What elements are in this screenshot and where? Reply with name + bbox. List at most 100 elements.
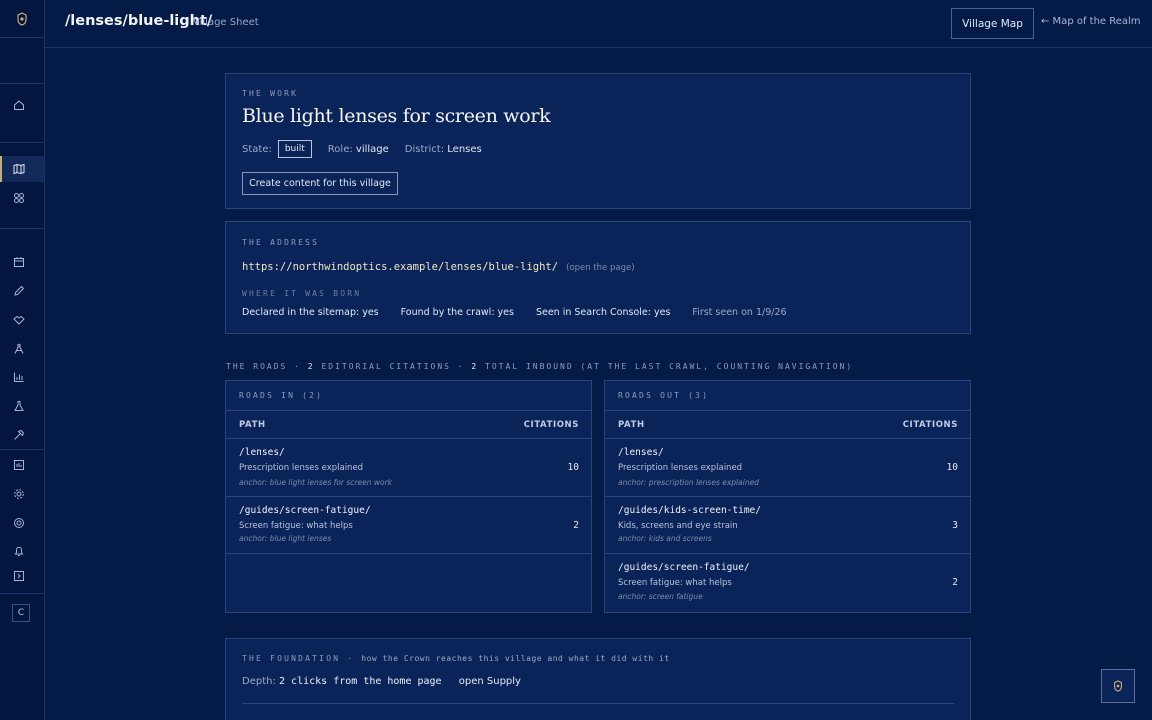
sidebar: C <box>0 0 45 720</box>
roads-in-header: ROADS IN (2) <box>226 381 591 411</box>
row-title: Screen fatigue: what helps <box>618 578 732 588</box>
work-meta: State: built Role: village District: Len… <box>242 140 482 158</box>
compass-icon[interactable] <box>12 342 26 356</box>
village-map-button[interactable]: Village Map <box>951 8 1034 39</box>
roads-out-table: ROADS OUT (3) PATH CITATIONS /lenses/ Pr… <box>604 380 971 613</box>
born-eyebrow: WHERE IT WAS BORN <box>242 289 362 298</box>
page-url[interactable]: https://northwindoptics.example/lenses/b… <box>242 261 558 273</box>
home-icon[interactable] <box>12 98 26 112</box>
row-citations: 10 <box>567 462 579 473</box>
report-icon[interactable] <box>12 458 26 472</box>
logout-icon[interactable] <box>12 569 26 583</box>
grid-icon[interactable] <box>12 191 26 205</box>
row-title: Screen fatigue: what helps <box>239 521 353 531</box>
open-page-link[interactable]: (open the page) <box>566 263 634 273</box>
roads-in-title: ROADS IN (2) <box>239 391 324 400</box>
sitemap-status: Declared in the sitemap: yes <box>242 307 379 318</box>
roads-caption: THE ROADS · 2 EDITORIAL CITATIONS · 2 TO… <box>226 362 853 371</box>
work-card: THE WORK Blue light lenses for screen wo… <box>225 73 971 209</box>
foundation-description: how the Crown reaches this village and w… <box>361 654 670 663</box>
address-eyebrow: THE ADDRESS <box>242 238 320 247</box>
gear-icon[interactable] <box>12 487 26 501</box>
work-eyebrow: THE WORK <box>242 89 299 98</box>
row-path[interactable]: /lenses/ <box>239 447 285 458</box>
citations-column-header[interactable]: CITATIONS <box>524 420 579 430</box>
row-citations: 3 <box>952 520 958 531</box>
district-label: District: <box>404 143 445 155</box>
role-label: Role: <box>327 143 353 155</box>
pencil-icon[interactable] <box>12 284 26 298</box>
bar-chart-icon[interactable] <box>12 370 26 384</box>
page-title: /lenses/blue-light/ <box>65 13 213 29</box>
citations-column-header[interactable]: CITATIONS <box>903 420 958 430</box>
table-row[interactable]: /guides/screen-fatigue/ Screen fatigue: … <box>605 554 970 612</box>
row-path[interactable]: /guides/screen-fatigue/ <box>618 562 750 573</box>
table-row[interactable]: /lenses/ Prescription lenses explained a… <box>226 439 591 497</box>
open-supply-link[interactable]: open Supply <box>459 676 521 687</box>
app-logo[interactable] <box>0 0 44 38</box>
row-citations: 2 <box>952 577 958 588</box>
table-row[interactable]: /guides/screen-fatigue/ Screen fatigue: … <box>226 497 591 554</box>
district-value: Lenses <box>447 143 482 155</box>
roads-in-column-headers: PATH CITATIONS <box>226 411 591 439</box>
roads-in-table: ROADS IN (2) PATH CITATIONS /lenses/ Pre… <box>225 380 592 613</box>
row-title: Prescription lenses explained <box>239 463 364 473</box>
editorial-label: EDITORIAL CITATIONS · <box>314 362 472 371</box>
row-anchor: anchor: blue light lenses for screen wor… <box>239 478 393 487</box>
row-citations: 10 <box>946 462 958 473</box>
user-avatar[interactable]: C <box>12 604 30 622</box>
address-card: THE ADDRESS https://northwindoptics.exam… <box>225 221 971 334</box>
foundation-eyebrow: THE FOUNDATION · how the Crown reaches t… <box>242 654 670 663</box>
depth-line: Depth: 2 clicks from the home page open … <box>242 676 521 687</box>
roads-caption-prefix: THE ROADS · <box>226 362 308 371</box>
path-column-header[interactable]: PATH <box>618 420 645 430</box>
state-badge: built <box>277 140 312 158</box>
lifebuoy-icon[interactable] <box>12 516 26 530</box>
row-citations: 2 <box>573 520 579 531</box>
born-details: Declared in the sitemap: yes Found by th… <box>242 307 809 318</box>
roads-out-title: ROADS OUT (3) <box>618 391 710 400</box>
address-line: https://northwindoptics.example/lenses/b… <box>242 261 635 273</box>
row-path[interactable]: /guides/kids-screen-time/ <box>618 505 761 516</box>
bell-icon[interactable] <box>12 544 26 558</box>
editorial-count: 2 <box>307 362 315 371</box>
calendar-icon[interactable] <box>12 255 26 269</box>
page-subtitle: Village Sheet <box>193 17 259 28</box>
roads-out-header: ROADS OUT (3) <box>605 381 970 411</box>
row-anchor: anchor: screen fatigue <box>618 592 703 601</box>
first-seen: First seen on 1/9/26 <box>692 307 787 318</box>
foundation-card: THE FOUNDATION · how the Crown reaches t… <box>225 638 971 720</box>
row-anchor: anchor: kids and screens <box>618 534 712 543</box>
map-icon[interactable] <box>12 162 26 176</box>
crest-icon <box>1114 680 1122 692</box>
foundation-title: THE FOUNDATION <box>242 654 341 663</box>
table-row[interactable]: /guides/kids-screen-time/ Kids, screens … <box>605 497 970 554</box>
search-console-status: Seen in Search Console: yes <box>535 307 671 318</box>
hammer-icon[interactable] <box>12 428 26 442</box>
row-path[interactable]: /lenses/ <box>618 447 664 458</box>
role-value: village <box>355 143 389 155</box>
roads-out-column-headers: PATH CITATIONS <box>605 411 970 439</box>
foundation-divider <box>242 703 954 704</box>
foundation-separator: · <box>340 654 362 663</box>
crawl-status: Found by the crawl: yes <box>400 307 514 318</box>
create-content-button[interactable]: Create content for this village <box>242 172 398 195</box>
depth-value: 2 clicks from the home page <box>279 676 442 687</box>
crest-floating-button[interactable] <box>1101 669 1135 703</box>
map-of-the-realm-link[interactable]: ← Map of the Realm <box>1041 16 1141 27</box>
crest-icon <box>17 11 27 26</box>
row-title: Kids, screens and eye strain <box>618 521 738 531</box>
flask-icon[interactable] <box>12 399 26 413</box>
row-path[interactable]: /guides/screen-fatigue/ <box>239 505 371 516</box>
state-label: State: <box>242 143 272 155</box>
total-label: TOTAL INBOUND (AT THE LAST CRAWL, COUNTI… <box>478 362 854 371</box>
depth-label: Depth: <box>242 676 276 687</box>
row-anchor: anchor: blue light lenses <box>239 534 332 543</box>
row-anchor: anchor: prescription lenses explained <box>618 478 759 487</box>
village-title: Blue light lenses for screen work <box>242 105 551 127</box>
handshake-icon[interactable] <box>12 313 26 327</box>
row-title: Prescription lenses explained <box>618 463 743 473</box>
top-header: /lenses/blue-light/ Village Sheet Villag… <box>45 0 1152 48</box>
path-column-header[interactable]: PATH <box>239 420 266 430</box>
table-row[interactable]: /lenses/ Prescription lenses explained a… <box>605 439 970 497</box>
